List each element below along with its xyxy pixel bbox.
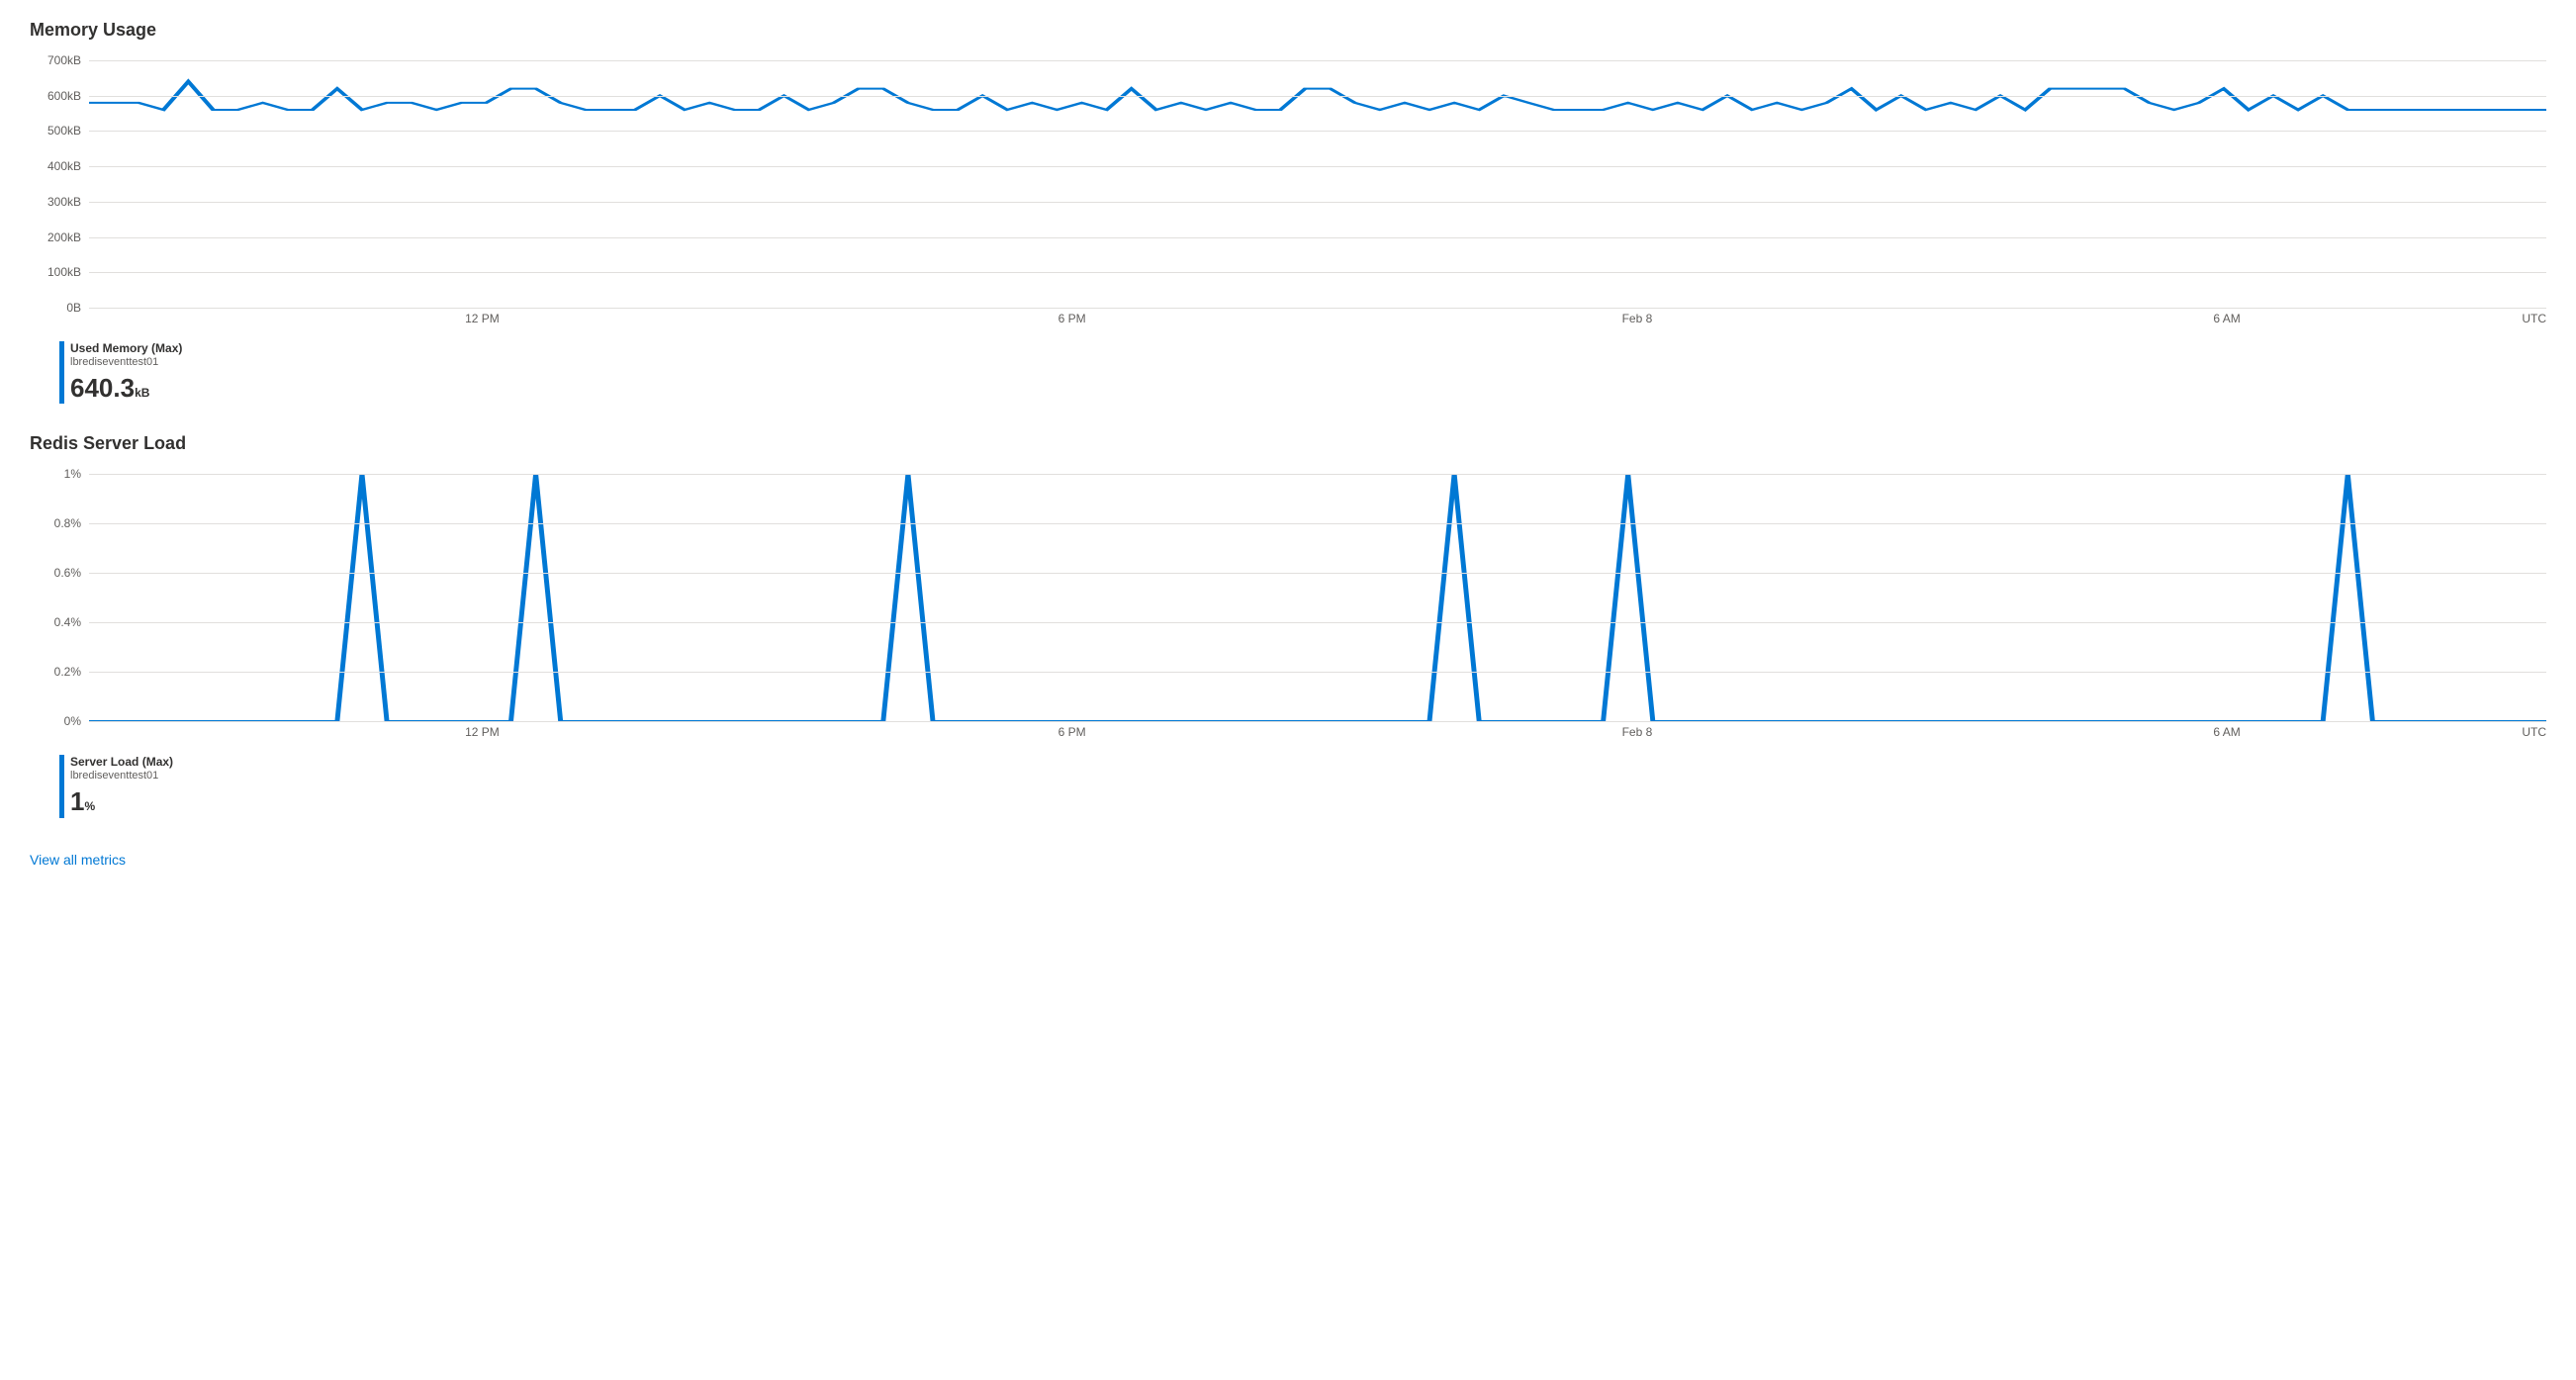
view-all-metrics-link[interactable]: View all metrics: [30, 852, 126, 868]
grid-line: [89, 474, 2546, 475]
x-tick-label: Feb 8: [1622, 312, 1653, 325]
grid-line: [89, 272, 2546, 273]
grid-line: [89, 523, 2546, 524]
y-tick-label: 0B: [66, 301, 81, 315]
grid-line: [89, 131, 2546, 132]
y-tick-label: 500kB: [47, 124, 81, 138]
legend-color-bar: [59, 755, 64, 817]
chart-body: 1%0.8%0.6%0.4%0.2%0%: [30, 474, 2546, 721]
y-tick-label: 0.6%: [54, 566, 81, 580]
chart-body: 700kB600kB500kB400kB300kB200kB100kB0B: [30, 60, 2546, 308]
y-tick-label: 0%: [64, 714, 81, 728]
x-axis-labels: UTC 12 PM 6 PM Feb 8 6 AM: [89, 308, 2546, 331]
legend: Server Load (Max) lbrediseventtest01 1%: [59, 755, 2546, 817]
grid-line: [89, 573, 2546, 574]
legend-resource-name: lbrediseventtest01: [70, 770, 173, 783]
plot-area[interactable]: [89, 60, 2546, 308]
grid-line: [89, 166, 2546, 167]
chart-memory-usage: Memory Usage 700kB 600kB 500kB 400kB 300kB 20…: [30, 20, 2546, 404]
timezone-label: UTC: [2522, 725, 2546, 739]
line-svg: [89, 474, 2546, 721]
y-axis-labels: 1%0.8%0.6%0.4%0.2%0%: [30, 474, 89, 721]
y-tick-label: 300kB: [47, 195, 81, 209]
x-tick-label: Feb 8: [1622, 725, 1653, 739]
legend-value: 1%: [70, 785, 173, 818]
y-tick-label: 600kB: [47, 89, 81, 103]
grid-line: [89, 237, 2546, 238]
plot-area[interactable]: [89, 474, 2546, 721]
timezone-label: UTC: [2522, 312, 2546, 325]
x-tick-label: 6 PM: [1058, 725, 1086, 739]
y-tick-label: 0.8%: [54, 516, 81, 530]
legend-metric-name: Server Load (Max): [70, 755, 173, 770]
y-tick-label: 700kB: [47, 53, 81, 67]
legend-metric-name: Used Memory (Max): [70, 341, 182, 356]
grid-line: [89, 96, 2546, 97]
chart-title: Redis Server Load: [30, 433, 2546, 454]
legend: Used Memory (Max) lbrediseventtest01 640…: [59, 341, 2546, 404]
x-tick-label: 6 AM: [2213, 725, 2240, 739]
x-tick-label: 12 PM: [465, 312, 500, 325]
chart-title: Memory Usage: [30, 20, 2546, 41]
x-tick-label: 6 AM: [2213, 312, 2240, 325]
grid-line: [89, 202, 2546, 203]
grid-line: [89, 622, 2546, 623]
x-axis-labels: UTC 12 PM 6 PM Feb 8 6 AM: [89, 721, 2546, 745]
y-tick-label: 200kB: [47, 230, 81, 244]
y-tick-label: 100kB: [47, 265, 81, 279]
y-tick-label: 1%: [64, 467, 81, 481]
grid-line: [89, 672, 2546, 673]
x-tick-label: 6 PM: [1058, 312, 1086, 325]
line-svg: [89, 60, 2546, 308]
y-axis-labels: 700kB600kB500kB400kB300kB200kB100kB0B: [30, 60, 89, 308]
y-tick-label: 0.2%: [54, 665, 81, 679]
y-tick-label: 0.4%: [54, 615, 81, 629]
legend-color-bar: [59, 341, 64, 404]
y-tick-label: 400kB: [47, 159, 81, 173]
legend-resource-name: lbrediseventtest01: [70, 356, 182, 370]
chart-redis-server-load: Redis Server Load 1% 0.8% 0.6% 0.4% 0.2% 0% U…: [30, 433, 2546, 817]
x-tick-label: 12 PM: [465, 725, 500, 739]
legend-value: 640.3kB: [70, 372, 182, 405]
grid-line: [89, 60, 2546, 61]
